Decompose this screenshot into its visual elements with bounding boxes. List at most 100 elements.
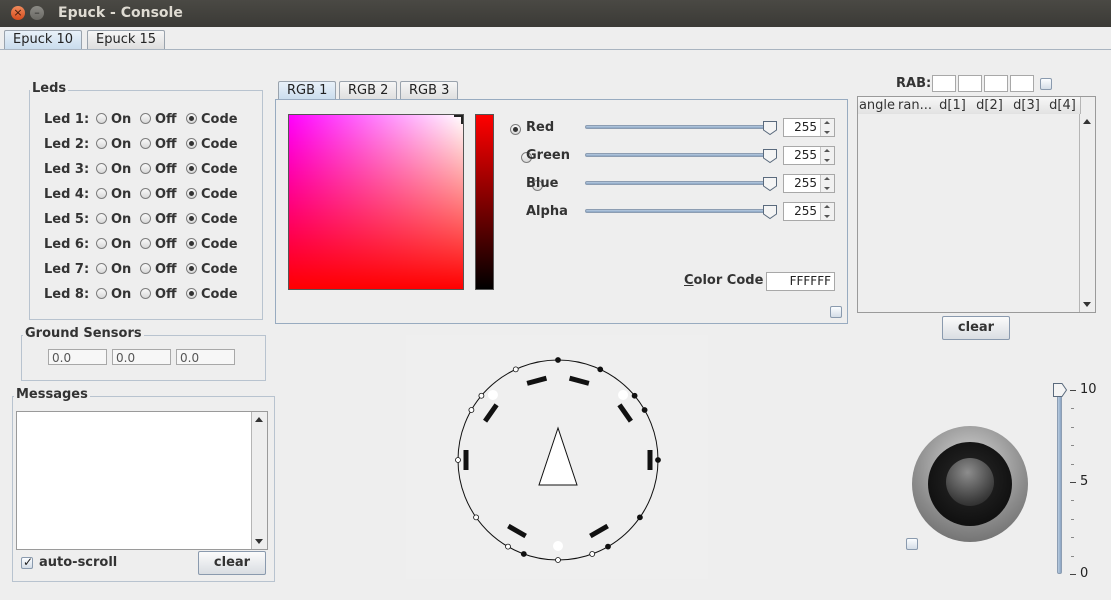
- messages-clear-button[interactable]: clear: [198, 551, 266, 575]
- tab-rgb-2[interactable]: RGB 2: [339, 81, 398, 100]
- radio-button[interactable]: [96, 113, 107, 124]
- rab-column-header[interactable]: d[3]: [1008, 97, 1046, 114]
- radio-button[interactable]: [186, 188, 197, 199]
- led-option-code[interactable]: Code: [186, 112, 246, 127]
- channel-slider[interactable]: [585, 125, 775, 129]
- rab-field-1[interactable]: [932, 75, 956, 92]
- radio-button[interactable]: [96, 163, 107, 174]
- rab-checkbox[interactable]: [1040, 78, 1052, 90]
- spinner-arrows-icon[interactable]: [820, 147, 834, 164]
- color-panel-checkbox[interactable]: [830, 306, 842, 318]
- joystick-knob[interactable]: [946, 458, 994, 506]
- tab-epuck-15[interactable]: Epuck 15: [87, 30, 166, 49]
- spinner-arrows-icon[interactable]: [820, 119, 834, 136]
- rab-column-header[interactable]: d[2]: [971, 97, 1009, 114]
- radio-button[interactable]: [140, 113, 151, 124]
- radio-button[interactable]: [186, 163, 197, 174]
- radio-button[interactable]: [96, 138, 107, 149]
- led-option-code[interactable]: Code: [186, 212, 246, 227]
- rab-field-3[interactable]: [984, 75, 1008, 92]
- led-option-on[interactable]: On: [96, 212, 140, 227]
- radio-button[interactable]: [186, 138, 197, 149]
- led-option-code[interactable]: Code: [186, 187, 246, 202]
- color-strip[interactable]: [475, 114, 494, 290]
- led-option-code[interactable]: Code: [186, 237, 246, 252]
- led-option-on[interactable]: On: [96, 112, 140, 127]
- led-option-on[interactable]: On: [96, 137, 140, 152]
- radio-button[interactable]: [186, 288, 197, 299]
- rab-column-header[interactable]: angle: [858, 97, 897, 114]
- led-option-on[interactable]: On: [96, 162, 140, 177]
- led-option-off[interactable]: Off: [140, 212, 186, 227]
- led-option-off[interactable]: Off: [140, 262, 186, 277]
- led-option-code[interactable]: Code: [186, 162, 246, 177]
- tab-epuck-10[interactable]: Epuck 10: [4, 30, 83, 49]
- rab-column-header[interactable]: d[1]: [934, 97, 972, 114]
- radio-button[interactable]: [140, 238, 151, 249]
- radio-button[interactable]: [140, 188, 151, 199]
- led-option-off[interactable]: Off: [140, 287, 186, 302]
- minimize-window-icon[interactable]: –: [30, 6, 44, 20]
- rab-column-header[interactable]: d[4]: [1045, 97, 1081, 114]
- slider-thumb[interactable]: [762, 204, 778, 220]
- joystick[interactable]: [904, 416, 1038, 550]
- slider-thumb[interactable]: [762, 120, 778, 136]
- tab-rgb-3[interactable]: RGB 3: [400, 81, 459, 100]
- channel-spinner[interactable]: 255: [783, 202, 835, 221]
- radio-button[interactable]: [140, 163, 151, 174]
- slider-thumb[interactable]: [762, 148, 778, 164]
- led-option-on[interactable]: On: [96, 262, 140, 277]
- spinner-arrows-icon[interactable]: [820, 203, 834, 220]
- channel-spinner[interactable]: 255: [783, 146, 835, 165]
- channel-slider[interactable]: [585, 209, 775, 213]
- color-code-field[interactable]: FFFFFF: [766, 272, 835, 291]
- rab-field-2[interactable]: [958, 75, 982, 92]
- color-picker-square[interactable]: [288, 114, 464, 290]
- channel-slider[interactable]: [585, 181, 775, 185]
- radio-button[interactable]: [140, 263, 151, 274]
- radio-button[interactable]: [96, 263, 107, 274]
- radio-button[interactable]: [96, 238, 107, 249]
- scroll-down-icon[interactable]: [1083, 302, 1091, 307]
- scroll-down-icon[interactable]: [255, 539, 263, 544]
- messages-scrollbar[interactable]: [251, 412, 267, 549]
- radio-button[interactable]: [96, 288, 107, 299]
- tab-rgb-1[interactable]: RGB 1: [278, 81, 337, 100]
- channel-radio[interactable]: [510, 124, 521, 135]
- radio-button[interactable]: [96, 188, 107, 199]
- radio-button[interactable]: [140, 213, 151, 224]
- radio-button[interactable]: [96, 213, 107, 224]
- channel-spinner[interactable]: 255: [783, 174, 835, 193]
- led-option-off[interactable]: Off: [140, 137, 186, 152]
- channel-spinner[interactable]: 255: [783, 118, 835, 137]
- close-window-icon[interactable]: ×: [11, 6, 25, 20]
- autoscroll-checkbox[interactable]: ✓: [21, 555, 33, 569]
- led-option-code[interactable]: Code: [186, 262, 246, 277]
- scroll-up-icon[interactable]: [255, 417, 263, 422]
- speed-slider-track[interactable]: [1057, 391, 1062, 574]
- radio-button[interactable]: [140, 288, 151, 299]
- radio-button[interactable]: [140, 138, 151, 149]
- speed-slider-thumb[interactable]: [1052, 382, 1068, 398]
- rab-scrollbar[interactable]: [1079, 114, 1095, 312]
- rab-clear-button[interactable]: clear: [942, 316, 1010, 340]
- slider-thumb[interactable]: [762, 176, 778, 192]
- rab-field-4[interactable]: [1010, 75, 1034, 92]
- rab-column-header[interactable]: ran...: [896, 97, 935, 114]
- led-option-off[interactable]: Off: [140, 162, 186, 177]
- led-option-code[interactable]: Code: [186, 137, 246, 152]
- led-option-off[interactable]: Off: [140, 187, 186, 202]
- led-option-on[interactable]: On: [96, 237, 140, 252]
- led-option-code[interactable]: Code: [186, 287, 246, 302]
- led-option-off[interactable]: Off: [140, 112, 186, 127]
- spinner-arrows-icon[interactable]: [820, 175, 834, 192]
- radio-button[interactable]: [186, 113, 197, 124]
- radio-button[interactable]: [186, 238, 197, 249]
- scroll-up-icon[interactable]: [1083, 119, 1091, 124]
- messages-text-area[interactable]: [16, 411, 268, 550]
- joystick-checkbox[interactable]: [906, 538, 918, 550]
- radio-button[interactable]: [186, 263, 197, 274]
- led-option-on[interactable]: On: [96, 187, 140, 202]
- channel-slider[interactable]: [585, 153, 775, 157]
- led-option-on[interactable]: On: [96, 287, 140, 302]
